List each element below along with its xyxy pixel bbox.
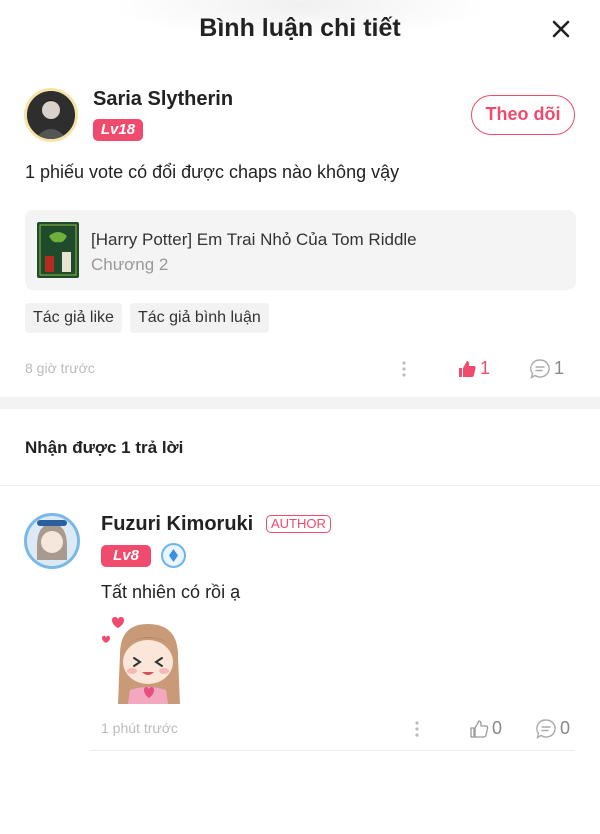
reply-text: Tất nhiên có rồi ạ [101, 582, 241, 602]
tag-author-like: Tác giả like [25, 303, 122, 333]
reply-divider [90, 750, 575, 751]
reply-avatar-image-icon [27, 516, 77, 566]
diamond-shape-icon [169, 549, 178, 562]
sticker-image-icon [102, 617, 180, 704]
reply-like-count: 0 [492, 718, 503, 738]
section-divider [0, 397, 600, 409]
heading-divider [0, 485, 600, 486]
like-icon[interactable] [457, 359, 477, 379]
close-icon[interactable] [546, 14, 576, 44]
reply-count: 1 [554, 358, 565, 378]
page-title: Bình luận chi tiết [199, 14, 401, 42]
book-title: [Harry Potter] Em Trai Nhỏ Của Tom Riddl… [91, 230, 417, 249]
more-options-icon[interactable] [401, 360, 407, 378]
avatar[interactable] [24, 88, 78, 142]
comment-time: 8 giờ trước [25, 360, 95, 376]
reply-time: 1 phút trước [101, 720, 178, 736]
like-count: 1 [480, 358, 491, 378]
reply-user-name[interactable]: Fuzuri Kimoruki [101, 513, 253, 536]
reply-level-badge: Lv8 [101, 545, 151, 567]
reply-reply-icon[interactable] [535, 718, 557, 740]
author-badge: AUTHOR [266, 515, 331, 533]
book-card[interactable]: [Harry Potter] Em Trai Nhỏ Của Tom Riddl… [25, 210, 576, 290]
reply-icon[interactable] [529, 358, 551, 380]
reply-like-icon[interactable] [469, 719, 489, 739]
diamond-icon [161, 543, 186, 568]
tag-author-comment: Tác giả bình luận [130, 303, 269, 333]
comment-text: 1 phiếu vote có đổi được chaps nào không… [25, 162, 400, 182]
reply-more-options-icon[interactable] [414, 720, 420, 738]
book-cover [37, 222, 79, 278]
user-name[interactable]: Saria Slytherin [93, 88, 233, 111]
level-badge: Lv18 [93, 119, 143, 141]
replies-heading: Nhận được 1 trả lời [25, 438, 184, 457]
reply-reply-count: 0 [560, 718, 571, 738]
reply-avatar[interactable] [24, 513, 80, 569]
header: Bình luận chi tiết [0, 0, 600, 60]
book-chapter: Chương 2 [91, 255, 169, 274]
book-cover-image-icon [37, 222, 79, 278]
avatar-image-icon [27, 91, 75, 139]
follow-button[interactable]: Theo dõi [471, 95, 575, 135]
